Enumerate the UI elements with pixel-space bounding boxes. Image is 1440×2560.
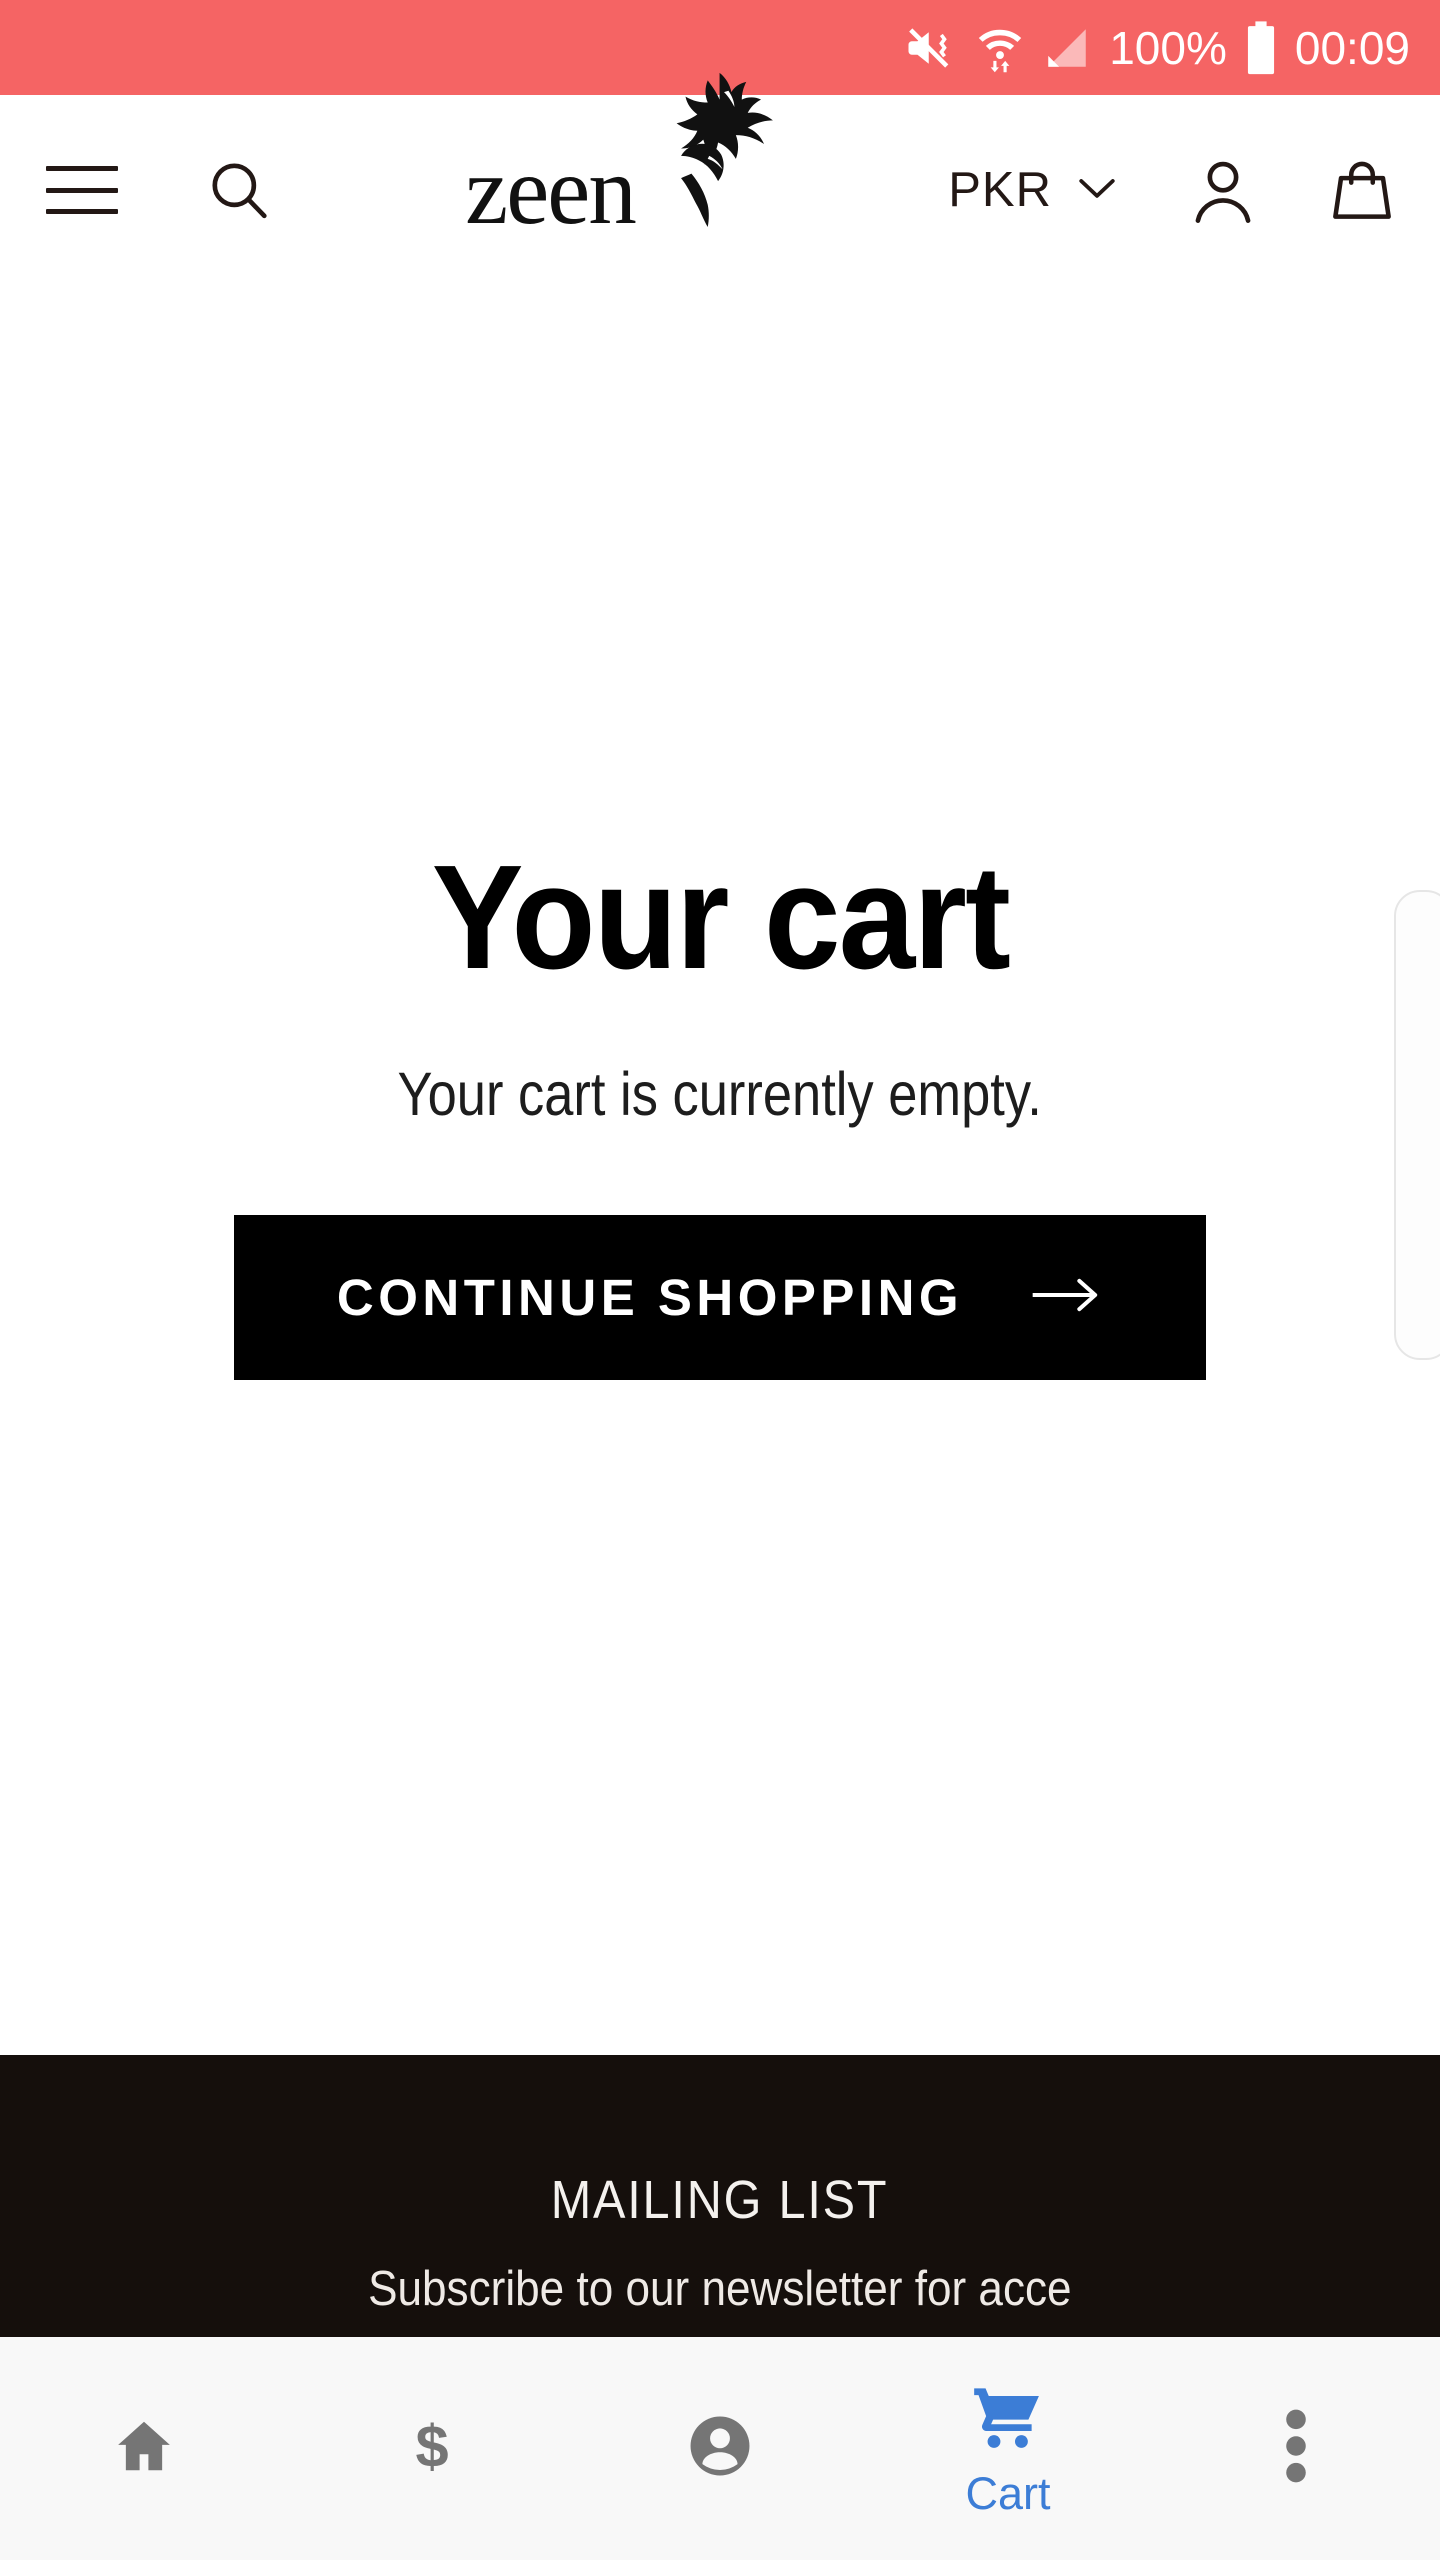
page-title: Your cart bbox=[431, 835, 1010, 1001]
dollar-sign-icon: $ bbox=[401, 2412, 463, 2485]
status-bar-clock: 00:09 bbox=[1294, 21, 1410, 74]
currency-selector[interactable]: PKR bbox=[948, 162, 1118, 217]
site-logo[interactable]: zeen bbox=[465, 72, 773, 285]
search-icon[interactable] bbox=[206, 157, 272, 223]
more-vertical-icon bbox=[1285, 2408, 1307, 2489]
currency-label: PKR bbox=[948, 162, 1052, 217]
continue-shopping-button[interactable]: CONTINUE SHOPPING bbox=[234, 1214, 1206, 1380]
mailing-list-heading: MAILING LIST bbox=[551, 2170, 889, 2230]
mailing-list-subtitle: Subscribe to our newsletter for acce bbox=[368, 2262, 1072, 2316]
empty-cart-message: Your cart is currently empty. bbox=[397, 1059, 1043, 1128]
empty-cart-section: Your cart Your cart is currently empty. … bbox=[0, 285, 1440, 2055]
logo-wordmark: zeen bbox=[465, 136, 637, 244]
account-person-icon[interactable] bbox=[1188, 155, 1258, 225]
home-icon bbox=[111, 2413, 177, 2484]
wifi-icon bbox=[975, 21, 1025, 75]
nav-item-currency[interactable]: $ bbox=[288, 2337, 576, 2560]
mute-vibrate-icon bbox=[904, 21, 958, 75]
header-right-actions: PKR bbox=[948, 95, 1396, 285]
nav-item-home[interactable] bbox=[0, 2337, 288, 2560]
hamburger-menu-icon[interactable] bbox=[46, 166, 118, 214]
battery-percent-label: 100% bbox=[1109, 21, 1227, 74]
footer-mailing-list: MAILING LIST Subscribe to our newsletter… bbox=[0, 2055, 1440, 2337]
site-header: zeen PKR bbox=[0, 72, 1440, 285]
nav-item-more[interactable] bbox=[1152, 2337, 1440, 2560]
continue-shopping-label: CONTINUE SHOPPING bbox=[336, 1268, 964, 1326]
floral-ornament-icon bbox=[637, 67, 787, 232]
nav-item-account[interactable] bbox=[576, 2337, 864, 2560]
cellular-signal-icon bbox=[1042, 23, 1092, 73]
chevron-down-icon bbox=[1076, 174, 1118, 207]
main-content: Your cart Your cart is currently empty. … bbox=[0, 285, 1440, 2055]
header-left-actions bbox=[0, 157, 272, 223]
app-screen: 100% 00:09 zeen PKR Your cart Your cart … bbox=[0, 0, 1440, 2560]
nav-item-cart-label: Cart bbox=[965, 2467, 1051, 2519]
shopping-cart-icon bbox=[970, 2382, 1046, 2457]
battery-full-icon bbox=[1244, 20, 1278, 76]
nav-item-cart[interactable]: Cart bbox=[864, 2337, 1152, 2560]
svg-text:$: $ bbox=[415, 2412, 448, 2479]
shopping-bag-icon[interactable] bbox=[1328, 155, 1396, 225]
account-circle-icon bbox=[686, 2412, 754, 2485]
arrow-right-icon bbox=[1029, 1275, 1103, 1320]
bottom-navigation-bar: $ Cart bbox=[0, 2337, 1440, 2560]
